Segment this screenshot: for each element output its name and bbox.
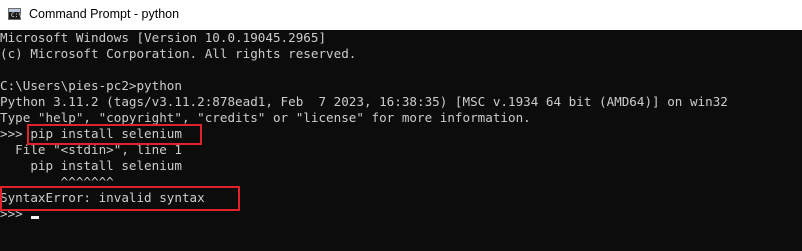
console-line-traceback-code: pip install selenium (0, 158, 182, 173)
command-prompt-window: C:\ Command Prompt - python Microsoft Wi… (0, 0, 802, 251)
highlight-box-pip-command (27, 124, 202, 145)
highlight-box-syntax-error (0, 186, 240, 211)
title-bar[interactable]: C:\ Command Prompt - python (0, 0, 802, 30)
console-line: (c) Microsoft Corporation. All rights re… (0, 46, 357, 61)
console-line: C:\Users\pies-pc2>python (0, 78, 182, 93)
console-line: Microsoft Windows [Version 10.0.19045.29… (0, 30, 327, 45)
window-title: Command Prompt - python (29, 7, 180, 21)
console-line: Python 3.11.2 (tags/v3.11.2:878ead1, Feb… (0, 94, 728, 109)
text-cursor (31, 216, 39, 219)
cmd-icon: C:\ (8, 8, 22, 20)
